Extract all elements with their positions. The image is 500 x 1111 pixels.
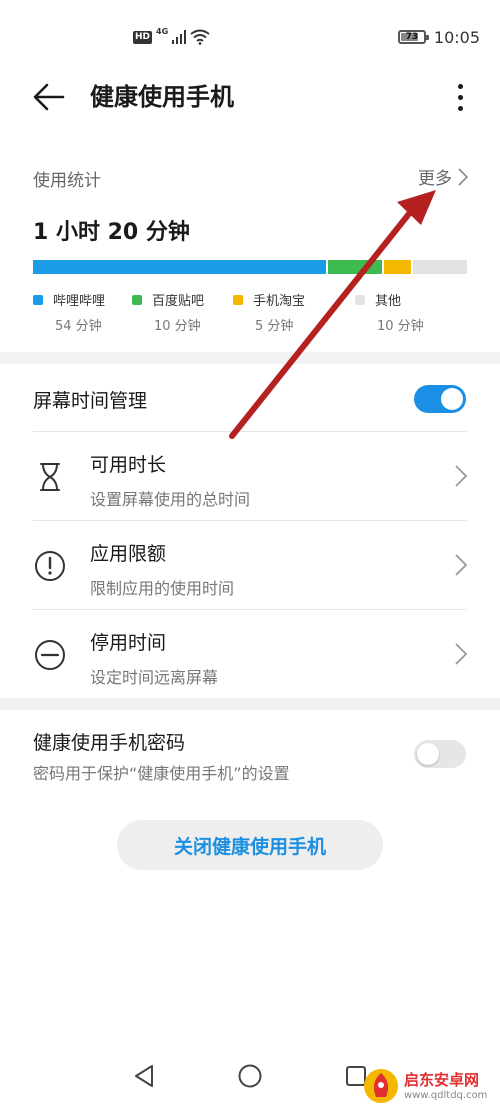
minus-circle-icon — [35, 640, 65, 670]
legend-app-time: 10 分钟 — [154, 319, 201, 334]
menu-item-app-limits[interactable]: 应用限额 限制应用的使用时间 — [0, 521, 500, 609]
legend-app-time: 10 分钟 — [377, 319, 424, 334]
legend-item: 百度贴吧 10 分钟 — [132, 290, 204, 334]
menu-item-downtime[interactable]: 停用时间 设定时间远离屏幕 — [0, 610, 500, 698]
close-healthy-usage-button[interactable]: 关闭健康使用手机 — [117, 820, 383, 870]
status-right: 73 10:05 — [397, 26, 480, 48]
legend-app-name: 哔哩哔哩 — [53, 294, 106, 309]
password-title: 健康使用手机密码 — [33, 732, 186, 754]
usage-segment-0 — [33, 260, 326, 274]
password-subtitle: 密码用于保护“健康使用手机”的设置 — [33, 764, 290, 783]
toggle-knob — [417, 743, 439, 765]
back-button[interactable] — [32, 82, 66, 112]
toggle-knob — [441, 388, 463, 410]
screen-time-title: 屏幕时间管理 — [33, 390, 148, 412]
battery-level: 73 — [405, 32, 419, 42]
wifi-icon — [190, 29, 210, 45]
network-label: 4G — [156, 27, 169, 36]
menu-item-title: 停用时间 — [90, 632, 167, 654]
legend-app-name: 其他 — [375, 294, 402, 309]
watermark: 启东安卓网 www.qdltdq.com — [362, 1064, 496, 1108]
legend-dot — [33, 294, 43, 305]
section-divider — [0, 698, 500, 710]
menu-item-subtitle: 设定时间远离屏幕 — [90, 668, 219, 687]
chevron-right-icon — [458, 167, 468, 186]
usage-stats-label: 使用统计 — [33, 171, 101, 191]
more-vertical-icon — [457, 83, 463, 89]
usage-bar — [33, 260, 467, 274]
legend-dot — [355, 294, 365, 305]
legend-app-time: 5 分钟 — [255, 319, 294, 334]
menu-item-title: 应用限额 — [90, 543, 167, 565]
signal-icon — [172, 30, 187, 44]
legend-item: 其他 10 分钟 — [355, 290, 424, 334]
triangle-back-icon — [135, 1065, 153, 1087]
arrow-left-icon — [33, 83, 65, 111]
page-title: 健康使用手机 — [90, 83, 234, 111]
more-link-label: 更多 — [418, 169, 452, 189]
watermark-logo-icon — [364, 1069, 398, 1103]
app-bar: 健康使用手机 — [0, 72, 500, 122]
hd-badge: HD — [133, 30, 153, 44]
menu-item-title: 可用时长 — [90, 454, 167, 476]
menu-item-subtitle: 限制应用的使用时间 — [90, 579, 235, 598]
screen-time-toggle[interactable] — [414, 385, 466, 413]
section-divider — [0, 352, 500, 364]
menu-item-available-time[interactable]: 可用时长 设置屏幕使用的总时间 — [0, 432, 500, 520]
total-usage-time: 1 小时 20 分钟 — [33, 220, 190, 245]
chevron-right-icon — [455, 554, 468, 576]
status-indicators: HD 4G — [133, 26, 210, 48]
usage-segment-2 — [383, 260, 411, 274]
hourglass-icon — [40, 463, 60, 491]
watermark-title: 启东安卓网 — [404, 1070, 480, 1089]
usage-legend: 哔哩哔哩 54 分钟 百度贴吧 10 分钟 手机淘宝 5 分钟 其他 10 分钟 — [33, 290, 473, 336]
alert-circle-icon — [35, 551, 65, 581]
usage-segment-3 — [412, 260, 467, 274]
clock: 10:05 — [433, 27, 480, 47]
battery-icon: 73 — [397, 30, 429, 44]
legend-app-time: 54 分钟 — [55, 319, 102, 334]
nav-back-button[interactable] — [130, 1062, 158, 1090]
chevron-right-icon — [455, 643, 468, 665]
legend-dot — [233, 294, 243, 305]
nav-home-button[interactable] — [236, 1062, 264, 1090]
legend-dot — [132, 294, 142, 305]
circle-home-icon — [238, 1064, 262, 1088]
password-toggle[interactable] — [414, 740, 466, 768]
usage-segment-1 — [327, 260, 382, 274]
chevron-right-icon — [455, 465, 468, 487]
status-bar: HD 4G 73 10:05 — [0, 0, 500, 72]
legend-item: 手机淘宝 5 分钟 — [233, 290, 305, 334]
menu-item-subtitle: 设置屏幕使用的总时间 — [90, 490, 251, 509]
legend-app-name: 百度贴吧 — [152, 294, 205, 309]
legend-app-name: 手机淘宝 — [253, 294, 306, 309]
usage-more-link[interactable]: 更多 — [418, 164, 468, 189]
more-options-button[interactable] — [450, 80, 470, 114]
legend-item: 哔哩哔哩 54 分钟 — [33, 290, 105, 334]
watermark-url: www.qdltdq.com — [404, 1089, 488, 1101]
